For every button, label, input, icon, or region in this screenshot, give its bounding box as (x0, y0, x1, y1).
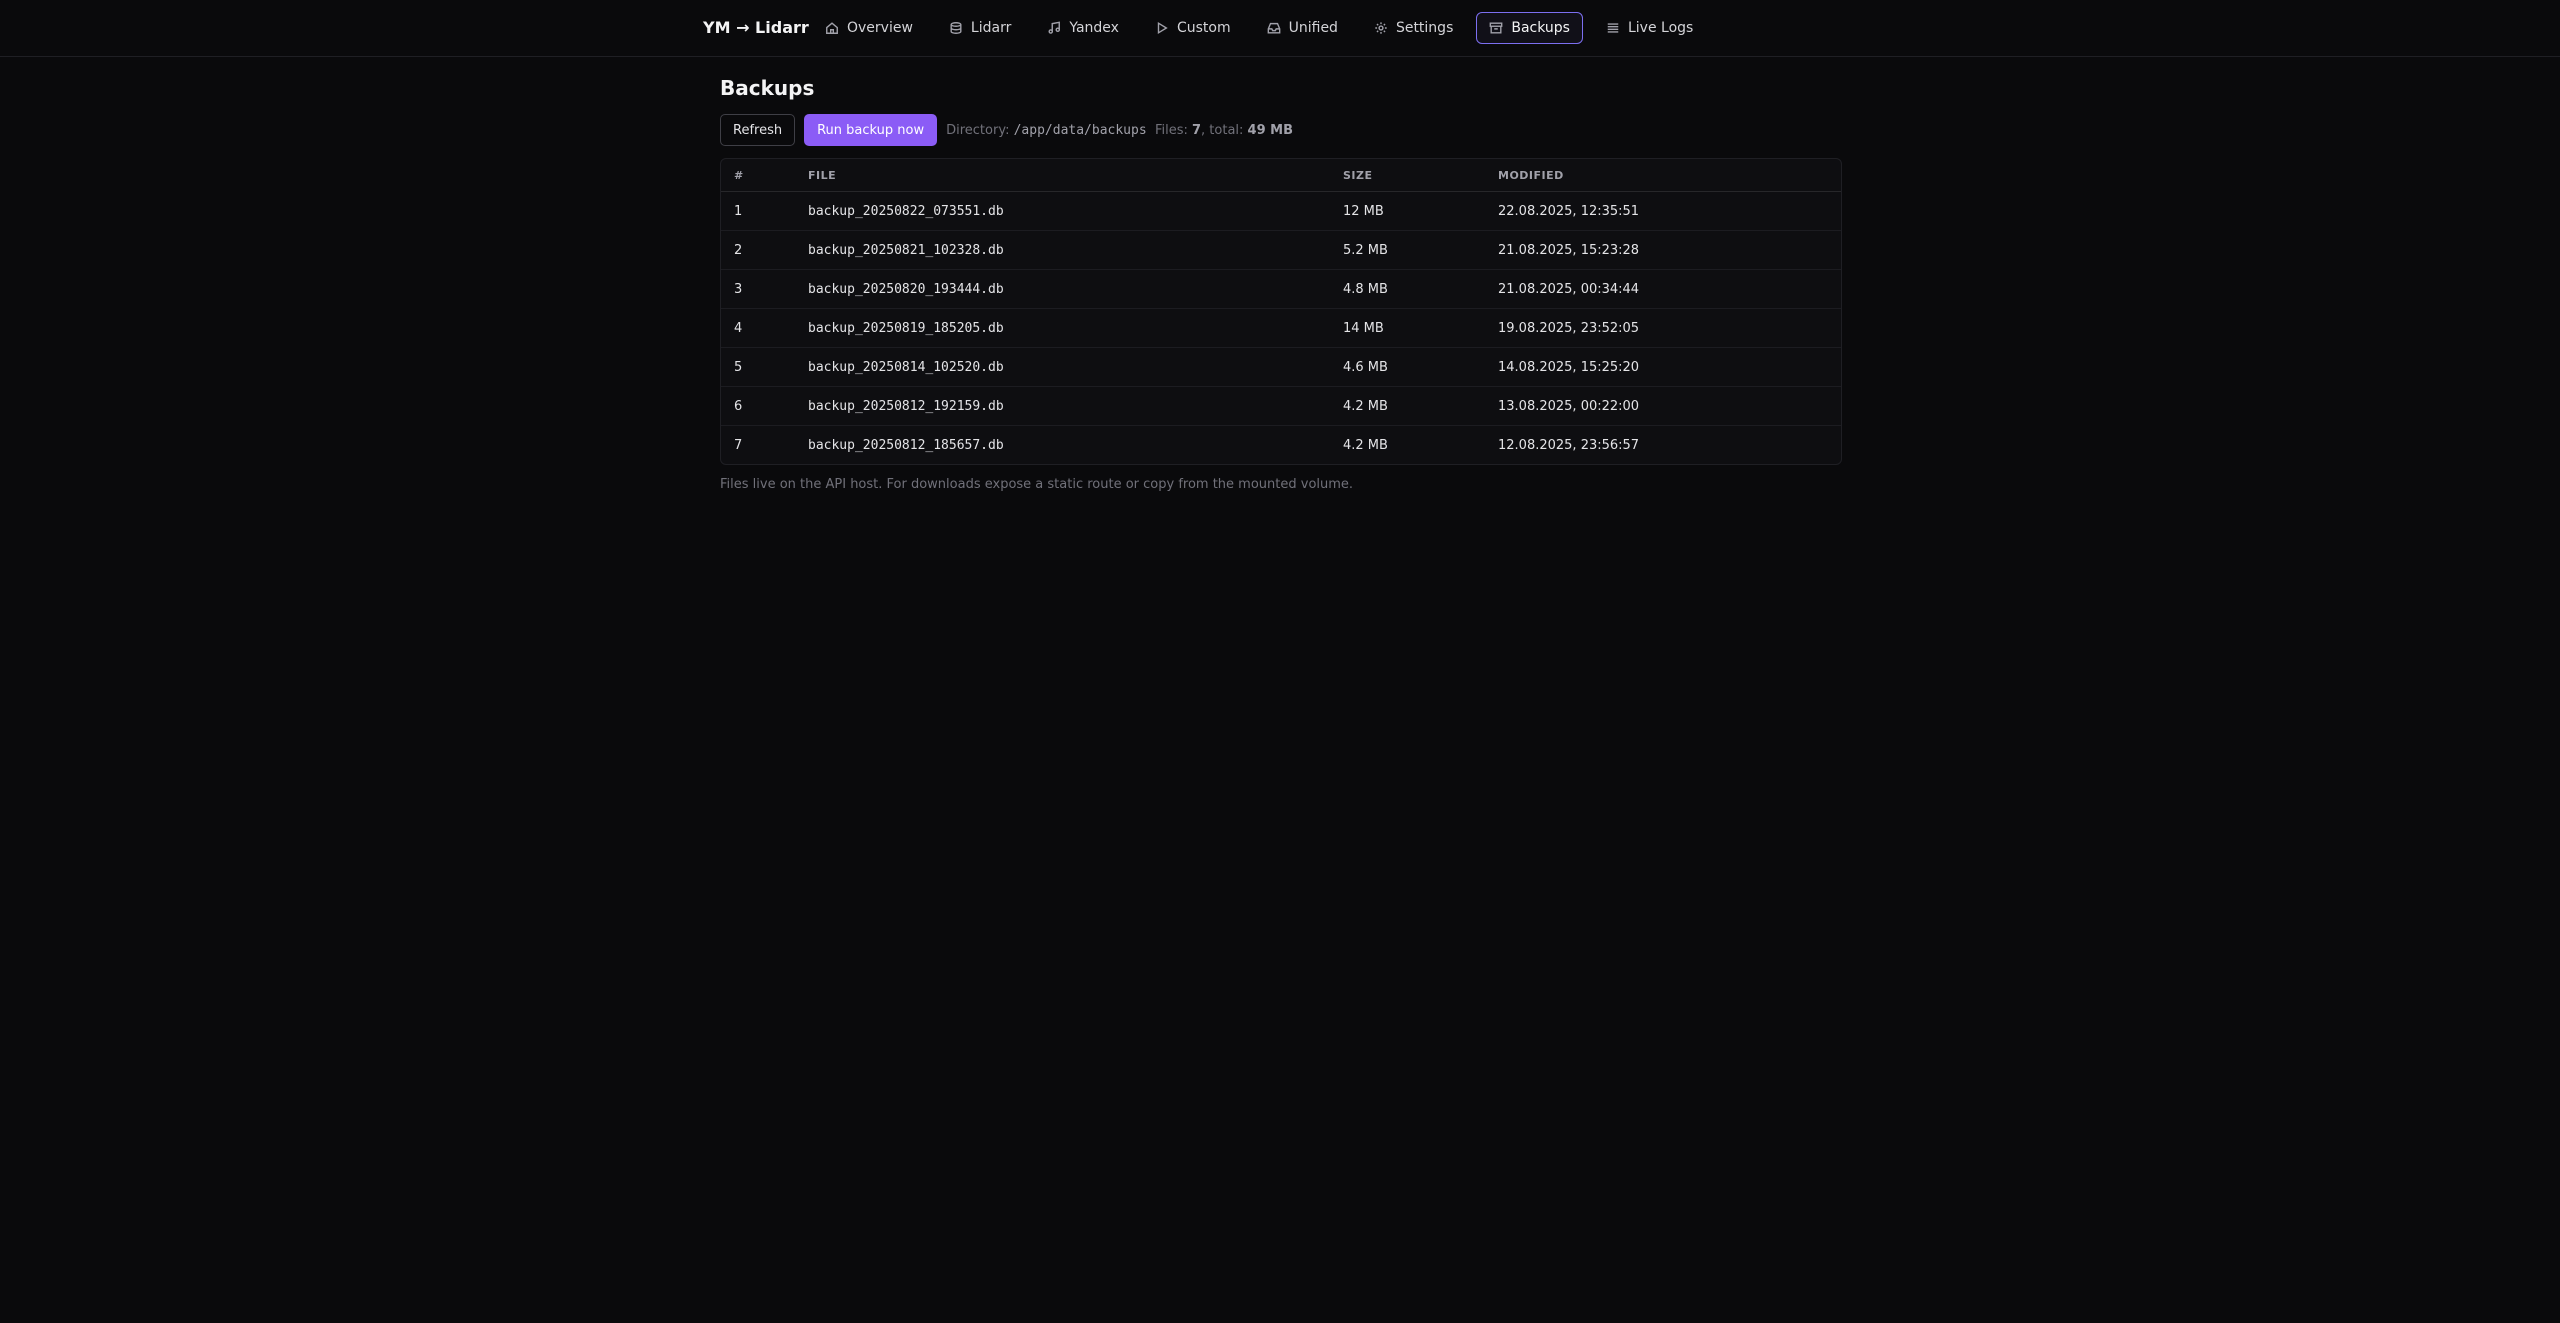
nav-item-yandex[interactable]: Yandex (1034, 12, 1132, 44)
nav-item-lidarr[interactable]: Lidarr (936, 12, 1024, 44)
backup-meta: Directory: /app/data/backups Files: 7, t… (946, 123, 1293, 138)
nav-item-label: Live Logs (1627, 20, 1694, 36)
column-header-size: SIZE (1343, 159, 1498, 192)
nav-item-label: Lidarr (970, 20, 1012, 36)
row-size: 14 MB (1343, 308, 1498, 348)
row-modified: 14.08.2025, 15:25:20 (1498, 347, 1841, 387)
row-index: 7 (734, 437, 743, 453)
nav-item-live-logs[interactable]: Live Logs (1593, 12, 1706, 44)
row-modified: 13.08.2025, 00:22:00 (1498, 386, 1841, 426)
table-header-row: # FILE SIZE MODIFIED (721, 159, 1841, 192)
column-header-file: FILE (808, 159, 1343, 192)
row-modified: 21.08.2025, 15:23:28 (1498, 230, 1841, 270)
table-row: 6 backup_20250812_192159.db 4.2 MB 13.08… (721, 386, 1841, 426)
row-file: backup_20250819_185205.db (808, 308, 1343, 348)
page-title: Backups (720, 76, 815, 100)
nav-item-label: Custom (1176, 20, 1231, 36)
files-label: Files: (1154, 122, 1188, 138)
row-index: 1 (721, 191, 808, 231)
nav-item-overview[interactable]: Overview (812, 12, 926, 44)
directory-label: Directory: (946, 122, 1010, 138)
total-size: 49 MB (1247, 122, 1294, 138)
column-header-index: # (721, 159, 808, 192)
row-size: 4.8 MB (1343, 269, 1498, 309)
gear-icon (1375, 22, 1387, 34)
files-count: 7 (1191, 122, 1202, 138)
row-modified: 22.08.2025, 12:35:51 (1498, 191, 1841, 231)
inbox-icon (1267, 22, 1280, 34)
row-modified: 19.08.2025, 23:52:05 (1498, 308, 1841, 348)
nav-item-unified[interactable]: Unified (1254, 12, 1351, 44)
list-icon (1607, 23, 1619, 33)
table-row: 5 backup_20250814_102520.db 4.6 MB 14.08… (721, 347, 1841, 387)
row-index: 2 (721, 230, 808, 270)
row-file: backup_20250812_185657.db (808, 437, 1004, 453)
top-navbar: YM → Lidarr Overview Lidarr Yandex Custo… (0, 0, 2560, 57)
backups-table: # FILE SIZE MODIFIED 1 backup_20250822_0… (720, 158, 1842, 465)
table-row: 3 backup_20250820_193444.db 4.8 MB 21.08… (721, 269, 1841, 309)
nav-item-custom[interactable]: Custom (1142, 12, 1244, 44)
column-header-modified: MODIFIED (1498, 159, 1841, 192)
row-modified: 12.08.2025, 23:56:57 (1498, 437, 1640, 453)
nav-item-label: Settings (1395, 20, 1454, 36)
row-index: 4 (721, 308, 808, 348)
main-nav: Overview Lidarr Yandex Custom Unified Se… (812, 12, 1706, 44)
row-file: backup_20250814_102520.db (808, 347, 1343, 387)
table-row: 7 backup_20250812_185657.db 4.2 MB 12.08… (721, 426, 1841, 465)
footnote: Files live on the API host. For download… (720, 477, 1354, 492)
play-icon (1157, 21, 1168, 35)
table-row: 1 backup_20250822_073551.db 12 MB 22.08.… (721, 191, 1841, 231)
nav-item-label: Unified (1288, 20, 1338, 36)
nav-item-settings[interactable]: Settings (1361, 12, 1466, 44)
nav-item-label: Yandex (1069, 20, 1119, 36)
row-size: 4.6 MB (1343, 347, 1498, 387)
row-index: 5 (721, 347, 808, 387)
table-row: 4 backup_20250819_185205.db 14 MB 19.08.… (721, 308, 1841, 348)
nav-item-label: Overview (847, 20, 913, 36)
row-index: 6 (721, 386, 808, 426)
run-backup-button[interactable]: Run backup now (804, 114, 938, 146)
app-brand[interactable]: YM → Lidarr (703, 18, 809, 37)
row-size: 4.2 MB (1343, 386, 1498, 426)
row-file: backup_20250820_193444.db (808, 269, 1343, 309)
row-file: backup_20250821_102328.db (808, 230, 1343, 270)
main-content: Backups Refresh Run backup now Directory… (720, 76, 1842, 492)
nav-item-label: Backups (1511, 20, 1570, 36)
row-index: 3 (721, 269, 808, 309)
row-size: 12 MB (1343, 191, 1498, 231)
row-file: backup_20250822_073551.db (808, 191, 1343, 231)
row-size: 5.2 MB (1343, 230, 1498, 270)
music-icon (1048, 21, 1061, 34)
directory-path: /app/data/backups (1013, 122, 1147, 138)
row-modified: 21.08.2025, 00:34:44 (1498, 269, 1841, 309)
home-icon (826, 22, 838, 34)
backups-toolbar: Refresh Run backup now Directory: /app/d… (720, 114, 1840, 146)
nav-item-backups[interactable]: Backups (1476, 12, 1583, 44)
database-icon (950, 22, 962, 34)
refresh-button[interactable]: Refresh (720, 114, 796, 146)
archive-icon (1489, 22, 1503, 34)
total-label: , total: (1201, 122, 1244, 138)
table-row: 2 backup_20250821_102328.db 5.2 MB 21.08… (721, 230, 1841, 270)
row-file: backup_20250812_192159.db (808, 386, 1343, 426)
row-size: 4.2 MB (1343, 437, 1388, 453)
